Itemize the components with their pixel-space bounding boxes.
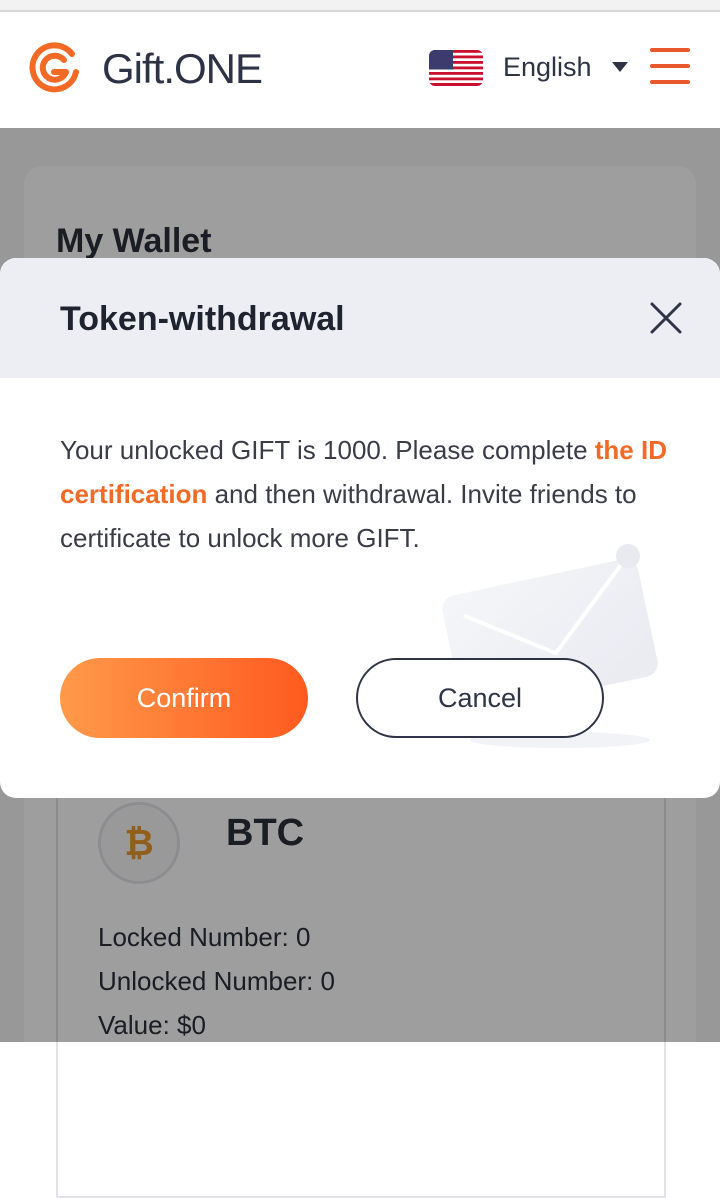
confirm-button[interactable]: Confirm <box>60 658 308 738</box>
language-selector[interactable]: English <box>503 50 592 84</box>
chevron-down-icon[interactable] <box>612 62 628 72</box>
message-text: Your unlocked GIFT is 1000. Please compl… <box>60 435 595 465</box>
dialog-header: Token-withdrawal <box>0 258 720 378</box>
gift-logo-icon <box>29 42 79 93</box>
dialog-message: Your unlocked GIFT is 1000. Please compl… <box>60 428 690 560</box>
token-withdrawal-dialog: Token-withdrawal Your unlocked GIFT is 1… <box>0 258 720 798</box>
brand-logo[interactable]: Gift.ONE <box>28 42 263 96</box>
close-icon[interactable] <box>646 298 686 338</box>
hamburger-menu-icon[interactable] <box>650 46 690 86</box>
us-flag-icon[interactable] <box>429 50 483 86</box>
cancel-button[interactable]: Cancel <box>356 658 604 738</box>
dialog-title: Token-withdrawal <box>60 300 345 338</box>
site-header: Gift.ONE English <box>0 12 720 128</box>
brand-name: Gift.ONE <box>102 45 263 92</box>
browser-top-strip <box>0 0 720 12</box>
